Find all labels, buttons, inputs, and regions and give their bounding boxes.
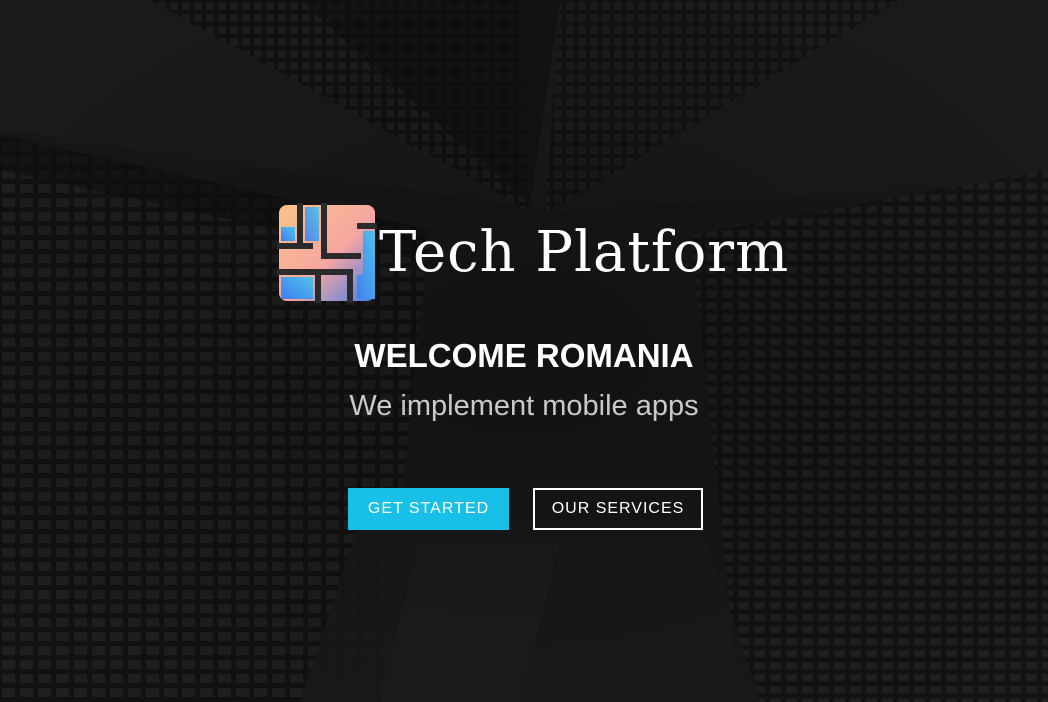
hero-subline: We implement mobile apps	[349, 390, 699, 422]
hero-headline: WELCOME ROMANIA	[354, 337, 694, 374]
brand-name: Tech Platform	[379, 220, 790, 285]
tech-platform-logo-icon	[277, 203, 377, 303]
background-speck	[675, 609, 677, 611]
get-started-button[interactable]: GET STARTED	[348, 488, 509, 530]
our-services-button[interactable]: OUR SERVICES	[533, 488, 703, 530]
brand-logo[interactable]: Tech Platform	[277, 203, 788, 303]
hero-section: Tech Platform WELCOME ROMANIA We impleme…	[0, 0, 1048, 702]
